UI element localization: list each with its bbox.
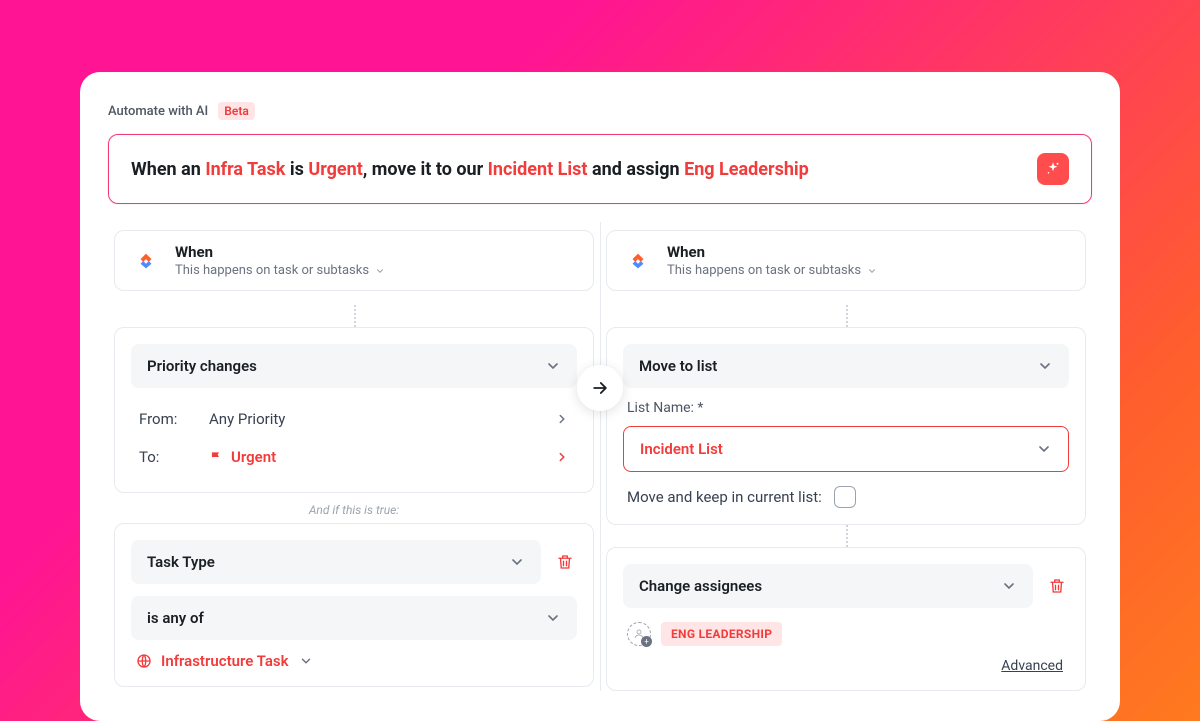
columns: When This happens on task or subtasks Pr… <box>108 230 1092 691</box>
chevron-down-icon <box>509 554 525 570</box>
keep-in-list-row: Move and keep in current list: <box>623 486 1069 508</box>
action-type-select[interactable]: Move to list <box>623 344 1069 388</box>
delete-action-button[interactable] <box>1045 577 1069 595</box>
action-type-select-2[interactable]: Change assignees <box>623 564 1033 608</box>
list-name-select[interactable]: Incident List <box>623 426 1069 472</box>
list-name-label: List Name: * <box>627 400 1069 416</box>
condition-panel: Task Type is any of Infrastructure Task <box>114 523 594 687</box>
chevron-down-icon <box>545 358 561 374</box>
plus-icon: + <box>641 636 652 647</box>
when-title: When <box>667 243 877 261</box>
automation-card: Automate with AI Beta When an Infra Task… <box>80 72 1120 721</box>
globe-icon <box>135 652 153 670</box>
when-subtitle: This happens on task or subtasks <box>175 263 385 278</box>
chevron-down-icon <box>545 610 561 626</box>
when-action-card[interactable]: When This happens on task or subtasks <box>606 230 1086 291</box>
clickup-logo-icon <box>623 246 653 276</box>
connector-line <box>354 305 594 327</box>
connector-line <box>846 305 1086 327</box>
trigger-type-select[interactable]: Priority changes <box>131 344 577 388</box>
assignee-badge[interactable]: ENG LEADERSHIP <box>661 622 782 646</box>
prompt-text: When an Infra Task is Urgent, move it to… <box>131 159 809 180</box>
condition-field-select[interactable]: Task Type <box>131 540 541 584</box>
when-trigger-card[interactable]: When This happens on task or subtasks <box>114 230 594 291</box>
keep-in-list-checkbox[interactable] <box>834 486 856 508</box>
condition-operator-select[interactable]: is any of <box>131 596 577 640</box>
arrow-circle <box>577 365 623 411</box>
chevron-down-icon <box>1037 358 1053 374</box>
beta-badge: Beta <box>218 102 255 120</box>
from-priority-row[interactable]: From: Any Priority <box>131 400 577 438</box>
chevron-down-icon <box>1036 441 1052 457</box>
advanced-link[interactable]: Advanced <box>623 658 1069 674</box>
sparkle-icon <box>1044 160 1062 178</box>
chevron-right-icon <box>555 412 569 426</box>
chevron-right-icon <box>555 450 569 464</box>
delete-condition-button[interactable] <box>553 553 577 571</box>
trigger-panel: Priority changes From: Any Priority To: … <box>114 327 594 493</box>
trigger-column: When This happens on task or subtasks Pr… <box>108 230 600 691</box>
column-divider <box>600 222 601 691</box>
assignee-row[interactable]: + ENG LEADERSHIP <box>623 622 1069 646</box>
connector-line <box>846 525 1086 547</box>
and-if-label: And if this is true: <box>114 503 594 517</box>
condition-value-row[interactable]: Infrastructure Task <box>131 652 577 670</box>
chevron-down-icon <box>867 266 877 276</box>
when-title: When <box>175 243 385 261</box>
chevron-down-icon <box>375 266 385 276</box>
when-subtitle: This happens on task or subtasks <box>667 263 877 278</box>
action-column: When This happens on task or subtasks Mo… <box>600 230 1092 691</box>
arrow-right-icon <box>590 378 610 398</box>
flag-icon <box>209 450 223 464</box>
move-action-panel: Move to list List Name: * Incident List … <box>606 327 1086 525</box>
add-assignee-button[interactable]: + <box>627 622 651 646</box>
clickup-logo-icon <box>131 246 161 276</box>
ai-prompt-input[interactable]: When an Infra Task is Urgent, move it to… <box>108 134 1092 204</box>
chevron-down-icon <box>299 654 313 668</box>
trash-icon <box>556 553 574 571</box>
header-label: Automate with AI <box>108 104 208 119</box>
assign-action-panel: Change assignees + ENG LEADERSHIP Advanc… <box>606 547 1086 691</box>
header-row: Automate with AI Beta <box>108 102 1092 120</box>
trash-icon <box>1048 577 1066 595</box>
to-priority-row[interactable]: To: Urgent <box>131 438 577 476</box>
chevron-down-icon <box>1001 578 1017 594</box>
ai-generate-button[interactable] <box>1037 153 1069 185</box>
